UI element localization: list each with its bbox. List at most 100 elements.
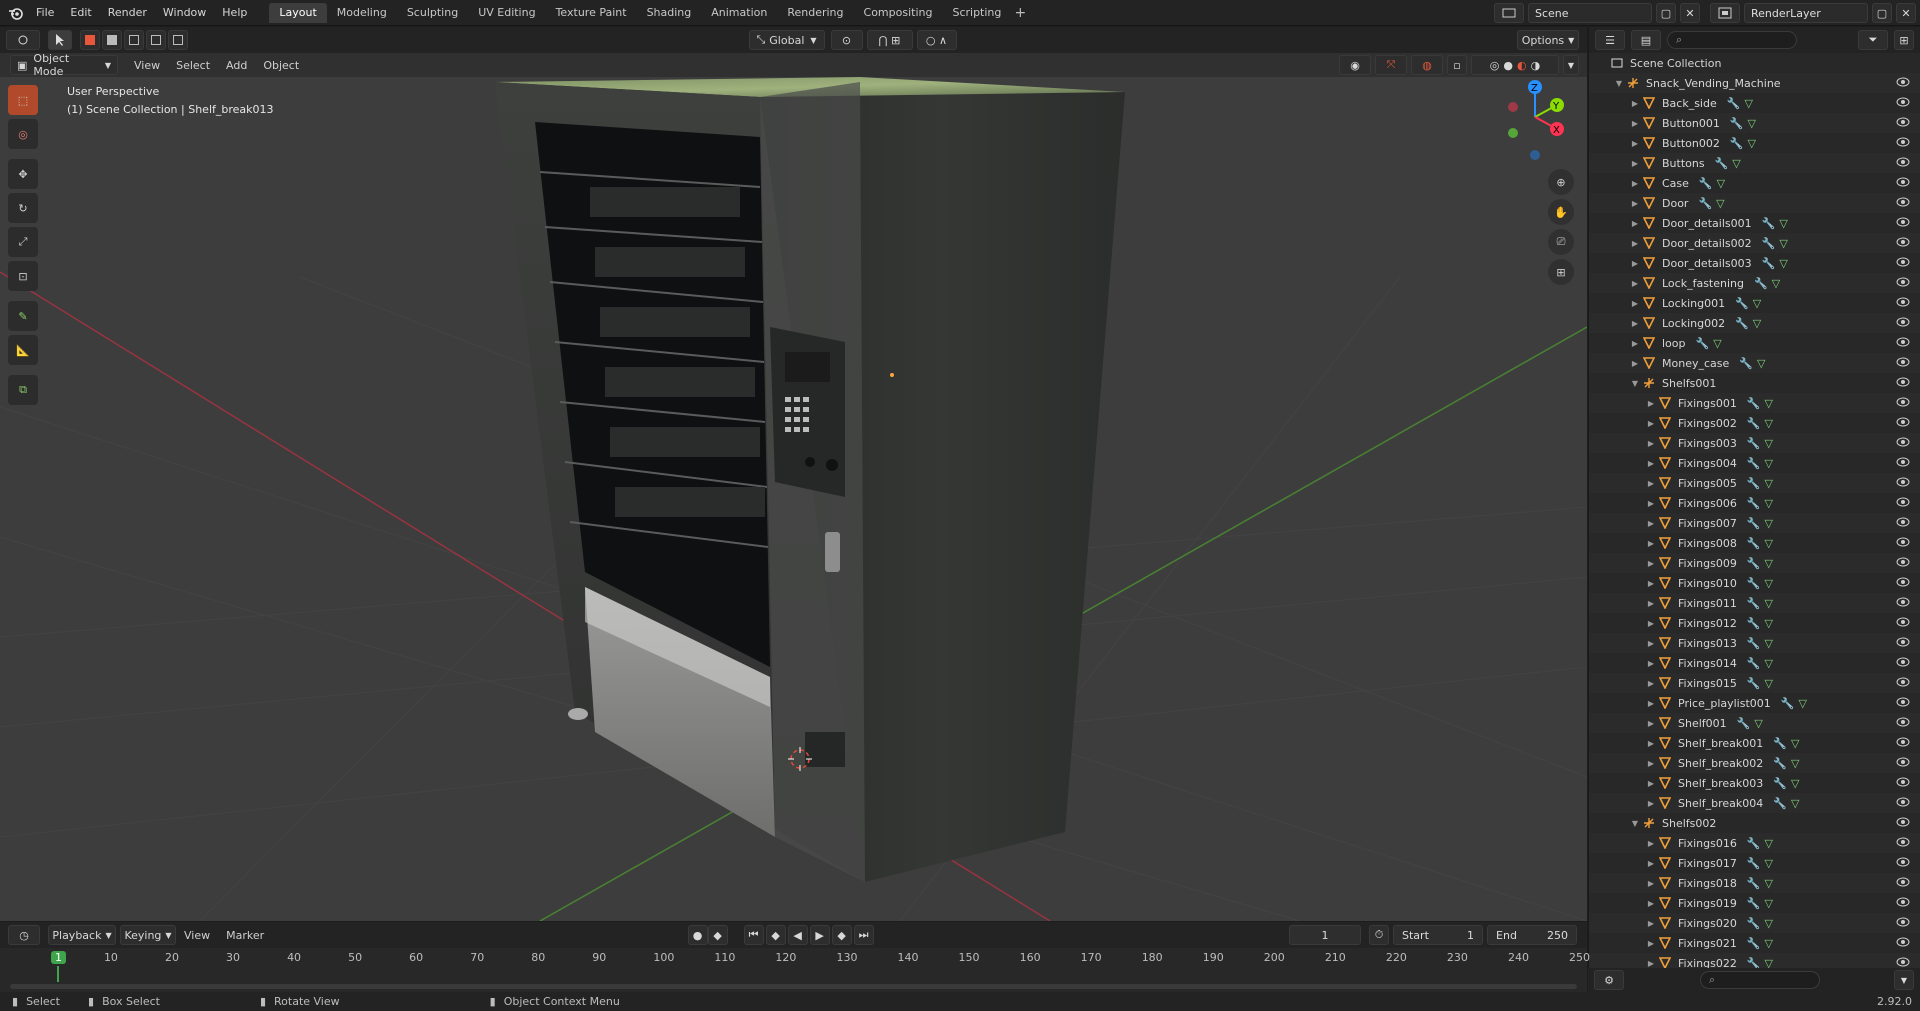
- outliner-object-row[interactable]: ▶ Fixings016 🔧 ▽: [1589, 833, 1920, 853]
- outliner-object-row[interactable]: ▶ Locking001 🔧 ▽: [1589, 293, 1920, 313]
- mode-subtract-selection-button[interactable]: [124, 30, 144, 50]
- tool-cursor[interactable]: ◎: [8, 119, 38, 149]
- expand-toggle-icon[interactable]: ▶: [1629, 179, 1641, 188]
- wrench-icon[interactable]: 🔧: [1696, 337, 1710, 350]
- mode-new-selection-button[interactable]: [80, 30, 100, 50]
- properties-editor-type-button[interactable]: ⚙: [1594, 970, 1624, 990]
- wrench-icon[interactable]: 🔧: [1762, 257, 1776, 270]
- mesh-data-icon[interactable]: ▽: [1754, 717, 1762, 730]
- visibility-eye-icon[interactable]: [1896, 617, 1910, 630]
- visibility-eye-icon[interactable]: [1896, 297, 1910, 310]
- outliner-object-row[interactable]: ▶ Fixings019 🔧 ▽: [1589, 893, 1920, 913]
- visibility-eye-icon[interactable]: [1896, 557, 1910, 570]
- outliner-object-row[interactable]: ▶ Shelf_break001 🔧 ▽: [1589, 733, 1920, 753]
- expand-toggle-icon[interactable]: ▶: [1629, 219, 1641, 228]
- expand-toggle-icon[interactable]: ▶: [1645, 599, 1657, 608]
- render-layer-field[interactable]: RenderLayer: [1744, 3, 1868, 23]
- outliner-object-row[interactable]: ▶ Fixings013 🔧 ▽: [1589, 633, 1920, 653]
- mesh-data-icon[interactable]: ▽: [1757, 357, 1765, 370]
- visibility-eye-icon[interactable]: [1896, 937, 1910, 950]
- expand-toggle-icon[interactable]: ▶: [1629, 279, 1641, 288]
- visibility-eye-icon[interactable]: [1896, 897, 1910, 910]
- pan-view-button[interactable]: ✋: [1548, 199, 1574, 225]
- outliner-object-row[interactable]: ▶ Shelf_break003 🔧 ▽: [1589, 773, 1920, 793]
- visibility-eye-icon[interactable]: [1896, 457, 1910, 470]
- tab-uv-editing[interactable]: UV Editing: [468, 3, 545, 23]
- mesh-data-icon[interactable]: ▽: [1765, 657, 1773, 670]
- expand-toggle-icon[interactable]: ▼: [1629, 819, 1641, 828]
- expand-toggle-icon[interactable]: ▶: [1629, 319, 1641, 328]
- mesh-data-icon[interactable]: ▽: [1765, 637, 1773, 650]
- outliner-object-row[interactable]: ▶ Fixings008 🔧 ▽: [1589, 533, 1920, 553]
- prev-keyframe-button[interactable]: ◆: [765, 925, 786, 945]
- outliner-object-row[interactable]: ▶ Fixings006 🔧 ▽: [1589, 493, 1920, 513]
- wrench-icon[interactable]: 🔧: [1747, 917, 1761, 930]
- wrench-icon[interactable]: 🔧: [1715, 157, 1729, 170]
- outliner-object-row[interactable]: ▶ Fixings004 🔧 ▽: [1589, 453, 1920, 473]
- transform-orientation-dropdown[interactable]: ⤡ Global ▼: [748, 30, 825, 50]
- wrench-icon[interactable]: 🔧: [1747, 937, 1761, 950]
- visibility-eye-icon[interactable]: [1896, 957, 1910, 968]
- wrench-icon[interactable]: 🔧: [1747, 657, 1761, 670]
- visibility-eye-icon[interactable]: [1896, 377, 1910, 390]
- wrench-icon[interactable]: 🔧: [1747, 417, 1761, 430]
- wrench-icon[interactable]: 🔧: [1727, 97, 1741, 110]
- menu-help[interactable]: Help: [214, 0, 255, 26]
- wrench-icon[interactable]: 🔧: [1747, 537, 1761, 550]
- wrench-icon[interactable]: 🔧: [1762, 217, 1776, 230]
- mesh-data-icon[interactable]: ▽: [1716, 197, 1724, 210]
- visibility-eye-icon[interactable]: [1896, 357, 1910, 370]
- outliner-object-row[interactable]: ▶ Button001 🔧 ▽: [1589, 113, 1920, 133]
- keying-dropdown[interactable]: Keying ▼: [120, 925, 176, 945]
- mesh-data-icon[interactable]: ▽: [1791, 737, 1799, 750]
- mesh-data-icon[interactable]: ▽: [1748, 117, 1756, 130]
- expand-toggle-icon[interactable]: ▶: [1629, 239, 1641, 248]
- outliner-object-row[interactable]: ▶ Fixings005 🔧 ▽: [1589, 473, 1920, 493]
- expand-toggle-icon[interactable]: ▶: [1629, 119, 1641, 128]
- visibility-eye-icon[interactable]: [1896, 637, 1910, 650]
- mesh-data-icon[interactable]: ▽: [1765, 677, 1773, 690]
- mode-intersect-selection-button[interactable]: [168, 30, 188, 50]
- wrench-icon[interactable]: 🔧: [1773, 737, 1787, 750]
- wrench-icon[interactable]: 🔧: [1773, 797, 1787, 810]
- menu-window[interactable]: Window: [155, 0, 214, 26]
- outliner-object-row[interactable]: ▶ Fixings020 🔧 ▽: [1589, 913, 1920, 933]
- expand-toggle-icon[interactable]: ▶: [1645, 459, 1657, 468]
- expand-toggle-icon[interactable]: ▶: [1645, 639, 1657, 648]
- menu-select[interactable]: Select: [168, 59, 218, 72]
- visibility-eye-icon[interactable]: [1896, 657, 1910, 670]
- expand-toggle-icon[interactable]: ▶: [1629, 199, 1641, 208]
- expand-toggle-icon[interactable]: ▶: [1645, 579, 1657, 588]
- visibility-eye-icon[interactable]: [1896, 477, 1910, 490]
- outliner-object-row[interactable]: ▶ Shelf_break004 🔧 ▽: [1589, 793, 1920, 813]
- expand-toggle-icon[interactable]: ▶: [1629, 139, 1641, 148]
- outliner-object-row[interactable]: ▶ Door 🔧 ▽: [1589, 193, 1920, 213]
- shading-mode-buttons[interactable]: ◎ ● ◐ ◑: [1471, 55, 1559, 75]
- visibility-eye-icon[interactable]: [1896, 177, 1910, 190]
- outliner-scene-row[interactable]: Scene Collection: [1589, 53, 1920, 73]
- menu-add[interactable]: Add: [218, 59, 255, 72]
- mesh-data-icon[interactable]: ▽: [1713, 337, 1721, 350]
- jump-end-button[interactable]: ⏭: [853, 925, 874, 945]
- mode-extend-selection-button[interactable]: [102, 30, 122, 50]
- outliner-object-row[interactable]: ▶ Price_playlist001 🔧 ▽: [1589, 693, 1920, 713]
- select-tool-button[interactable]: [48, 30, 72, 50]
- options-dropdown[interactable]: Options ▼: [1517, 30, 1579, 50]
- menu-render[interactable]: Render: [100, 0, 155, 26]
- wrench-icon[interactable]: 🔧: [1735, 297, 1749, 310]
- expand-toggle-icon[interactable]: ▶: [1645, 779, 1657, 788]
- wrench-icon[interactable]: 🔧: [1747, 397, 1761, 410]
- zoom-view-button[interactable]: ⊕: [1548, 169, 1574, 195]
- tab-animation[interactable]: Animation: [701, 3, 777, 23]
- mesh-data-icon[interactable]: ▽: [1765, 497, 1773, 510]
- delete-render-layer-button[interactable]: ✕: [1896, 3, 1916, 23]
- mesh-data-icon[interactable]: ▽: [1765, 477, 1773, 490]
- new-render-layer-button[interactable]: ▢: [1872, 3, 1892, 23]
- outliner-collection-row[interactable]: ▼ Snack_Vending_Machine: [1589, 73, 1920, 93]
- add-workspace-button[interactable]: +: [1011, 5, 1029, 21]
- wrench-icon[interactable]: 🔧: [1739, 357, 1753, 370]
- gizmo-toggle[interactable]: ⤧: [1375, 55, 1407, 75]
- mesh-data-icon[interactable]: ▽: [1748, 137, 1756, 150]
- playback-dropdown[interactable]: Playback ▼: [48, 925, 116, 945]
- expand-toggle-icon[interactable]: ▶: [1645, 439, 1657, 448]
